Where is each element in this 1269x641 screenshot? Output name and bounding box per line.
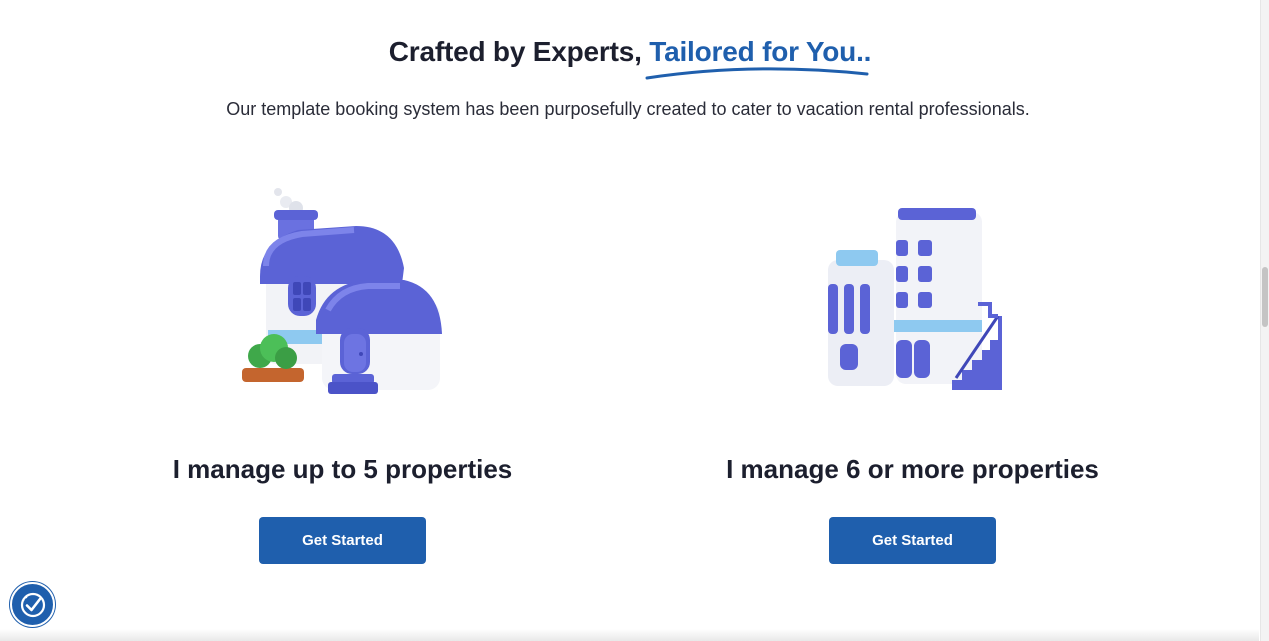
heading-text: Crafted by Experts, [388, 36, 650, 67]
heading-underline-swoosh [645, 67, 869, 80]
card-title-large-portfolio: I manage 6 or more properties [726, 454, 1099, 484]
accessibility-widget-button[interactable] [10, 582, 55, 627]
apartment-building-illustration [822, 204, 1006, 396]
section-heading: Crafted by Experts, Tailored for You.. [0, 36, 1260, 80]
section-subtitle: Our template booking system has been pur… [226, 99, 1030, 119]
heading-accent-text: Tailored for You.. [649, 36, 872, 67]
page-scrollbar-thumb[interactable] [1262, 267, 1268, 327]
get-started-button-large[interactable]: Get Started [829, 517, 996, 564]
house-illustration [236, 184, 448, 402]
accessibility-icon [20, 592, 45, 617]
bottom-edge-shadow [0, 629, 1259, 641]
get-started-button-small[interactable]: Get Started [259, 517, 426, 564]
heading-accent: Tailored for You.. [645, 36, 872, 80]
card-title-small-portfolio: I manage up to 5 properties [172, 454, 513, 484]
